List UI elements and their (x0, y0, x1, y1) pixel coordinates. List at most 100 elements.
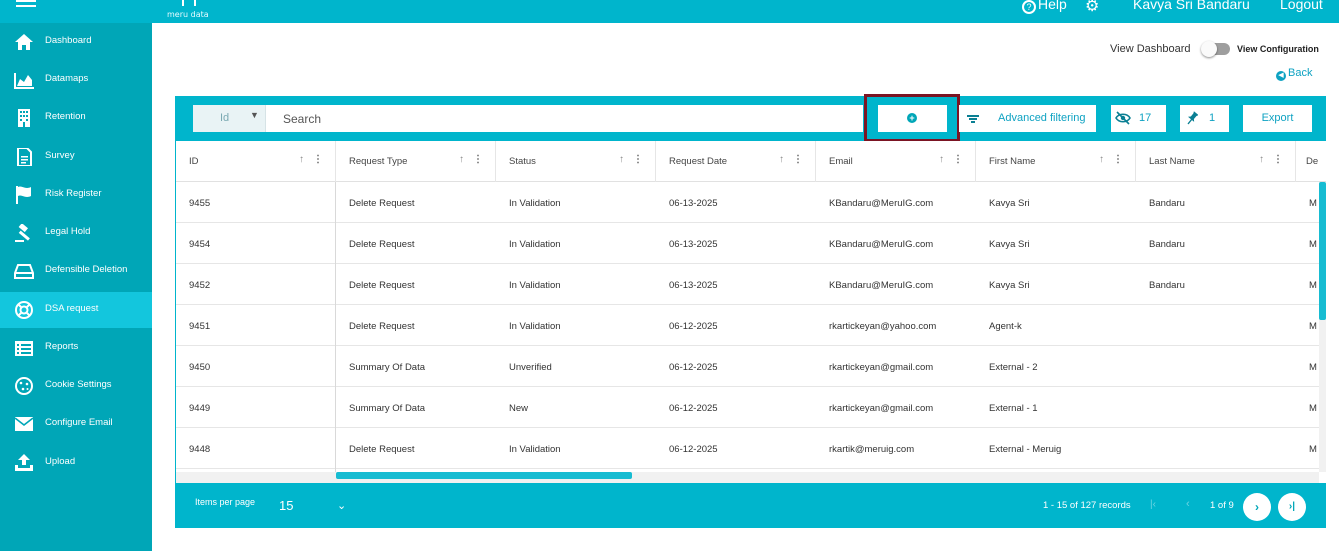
column-header-email[interactable]: Email ↑ ⋮ (816, 141, 976, 182)
toggle-knob (1201, 41, 1217, 57)
sort-arrow-icon[interactable]: ↑ (1259, 154, 1264, 165)
column-menu-icon[interactable]: ⋮ (473, 154, 483, 165)
column-header-status[interactable]: Status ↑ ⋮ (496, 141, 656, 182)
sidebar-item-defensible-deletion[interactable]: Defensible Deletion (0, 253, 152, 289)
horizontal-scrollbar[interactable] (176, 472, 1319, 483)
column-header-label: Request Date (669, 156, 728, 167)
vertical-scroll-thumb[interactable] (1319, 182, 1326, 320)
column-header-label: De (1306, 156, 1319, 167)
cell-first-name: Agent-k (989, 321, 1022, 332)
cell-first-name: Kavya Sri (989, 280, 1030, 291)
user-name[interactable]: Kavya Sri Bandaru (1133, 0, 1250, 12)
search-field-value: Id (220, 112, 230, 124)
table-row[interactable]: 9448 Delete Request In Validation 06-12-… (176, 428, 1326, 469)
settings-gear-icon[interactable]: ⚙ (1085, 0, 1099, 16)
column-header-last-name[interactable]: Last Name ↑ ⋮ (1136, 141, 1296, 182)
table-row[interactable]: 9452 Delete Request In Validation 06-13-… (176, 264, 1326, 305)
sidebar-item-configure-email[interactable]: Configure Email (0, 406, 152, 442)
horizontal-scroll-thumb[interactable] (336, 472, 632, 479)
table-row[interactable]: 9451 Delete Request In Validation 06-12-… (176, 305, 1326, 346)
cell-status: In Validation (509, 280, 561, 291)
sidebar-item-survey[interactable]: Survey (0, 139, 152, 175)
sort-arrow-icon[interactable]: ↑ (619, 154, 624, 165)
sidebar-item-legal-hold[interactable]: Legal Hold (0, 215, 152, 251)
search-input[interactable] (283, 107, 843, 130)
view-toggle-switch[interactable] (1201, 41, 1230, 57)
pinned-count: 1 (1209, 112, 1216, 124)
sidebar-item-cookie-settings[interactable]: Cookie Settings (0, 368, 152, 404)
sort-arrow-icon[interactable]: ↑ (459, 154, 464, 165)
vertical-scrollbar[interactable] (1319, 182, 1326, 472)
page-size-select[interactable]: 15 (279, 498, 293, 513)
column-header-request-date[interactable]: Request Date ↑ ⋮ (656, 141, 816, 182)
previous-page-icon[interactable]: ‹ (1186, 498, 1190, 510)
sort-arrow-icon[interactable]: ↑ (939, 154, 944, 165)
envelope-icon (14, 417, 34, 431)
cell-request-date: 06-13-2025 (669, 198, 718, 209)
next-page-button[interactable]: › (1243, 493, 1271, 521)
cell-partial: M (1309, 239, 1317, 250)
gavel-icon (15, 224, 30, 242)
column-menu-icon[interactable]: ⋮ (953, 154, 963, 165)
cell-status: In Validation (509, 321, 561, 332)
pinned-columns-button[interactable]: 1 (1180, 105, 1229, 132)
help-label: Help (1038, 0, 1067, 12)
sidebar-item-dsa-request[interactable]: DSA request (0, 292, 152, 328)
items-per-page-label: Items per page (195, 497, 256, 507)
first-page-icon[interactable]: |‹ (1150, 499, 1156, 510)
sort-arrow-icon[interactable]: ↑ (779, 154, 784, 165)
cell-status: In Validation (509, 444, 561, 455)
cell-request-date: 06-12-2025 (669, 321, 718, 332)
sort-arrow-icon[interactable]: ↑ (1099, 154, 1104, 165)
column-header-partial[interactable]: De (1296, 141, 1326, 182)
export-button[interactable]: Export (1243, 105, 1312, 132)
cell-email: KBandaru@MeruIG.com (829, 280, 934, 291)
advanced-filtering-button[interactable]: Advanced filtering (959, 105, 1096, 132)
chevron-down-icon[interactable]: ⌄ (337, 499, 346, 512)
sidebar-item-upload[interactable]: Upload (0, 445, 152, 481)
help-icon: ? (1022, 0, 1036, 14)
sidebar-item-datamaps[interactable]: Datamaps (0, 62, 152, 98)
meru-data-logo[interactable]: meru data (164, 0, 214, 23)
column-menu-icon[interactable]: ⋮ (1273, 154, 1283, 165)
sidebar-item-retention[interactable]: Retention (0, 100, 152, 136)
table-row[interactable]: 9455 Delete Request In Validation 06-13-… (176, 182, 1326, 223)
cell-email: rkartickeyan@gmail.com (829, 403, 934, 414)
sidebar-item-risk-register[interactable]: Risk Register (0, 177, 152, 213)
cell-first-name: External - 1 (989, 403, 1038, 414)
column-header-request-type[interactable]: Request Type ↑ ⋮ (336, 141, 496, 182)
cell-partial: M (1309, 362, 1317, 373)
column-menu-icon[interactable]: ⋮ (313, 154, 323, 165)
cell-request-date: 06-13-2025 (669, 239, 718, 250)
sort-arrow-icon[interactable]: ↑ (299, 154, 304, 165)
column-menu-icon[interactable]: ⋮ (1113, 154, 1123, 165)
column-menu-icon[interactable]: ⋮ (793, 154, 803, 165)
hidden-columns-button[interactable]: 17 (1111, 105, 1166, 132)
dsa-request-panel: Id ▼ + Advanced filtering 17 1 Export (175, 94, 1326, 528)
cell-status: In Validation (509, 198, 561, 209)
sidebar-item-reports[interactable]: Reports (0, 330, 152, 366)
column-header-first-name[interactable]: First Name ↑ ⋮ (976, 141, 1136, 182)
cell-partial: M (1309, 321, 1317, 332)
last-page-button[interactable]: ›| (1278, 493, 1306, 521)
table-row[interactable]: 9450 Summary Of Data Unverified 06-12-20… (176, 346, 1326, 387)
cell-first-name: External - Meruig (989, 444, 1062, 455)
table-row[interactable]: 9454 Delete Request In Validation 06-13-… (176, 223, 1326, 264)
cell-first-name: Kavya Sri (989, 239, 1030, 250)
sidebar-item-label: Risk Register (45, 188, 102, 199)
hamburger-menu-icon[interactable] (16, 0, 36, 12)
logout-link[interactable]: Logout (1280, 0, 1323, 12)
cell-request-type: Summary Of Data (349, 362, 426, 373)
list-icon (15, 341, 33, 356)
column-menu-icon[interactable]: ⋮ (633, 154, 643, 165)
sidebar: Dashboard Datamaps Retention Survey Risk… (0, 23, 152, 551)
table-row[interactable]: 9449 Summary Of Data New 06-12-2025 rkar… (176, 387, 1326, 428)
sidebar-item-dashboard[interactable]: Dashboard (0, 24, 152, 60)
sidebar-item-label: Reports (45, 341, 79, 352)
logo-text: meru data (167, 10, 209, 19)
search-field-select[interactable]: Id ▼ (193, 105, 266, 132)
requests-table: ID ↑ ⋮ Request Type ↑ ⋮ Status ↑ ⋮ Reque… (176, 141, 1326, 483)
help-link[interactable]: ? Help (1022, 0, 1067, 14)
column-header-id[interactable]: ID ↑ ⋮ (176, 141, 336, 182)
back-link[interactable]: ◀ Back (1276, 67, 1312, 81)
